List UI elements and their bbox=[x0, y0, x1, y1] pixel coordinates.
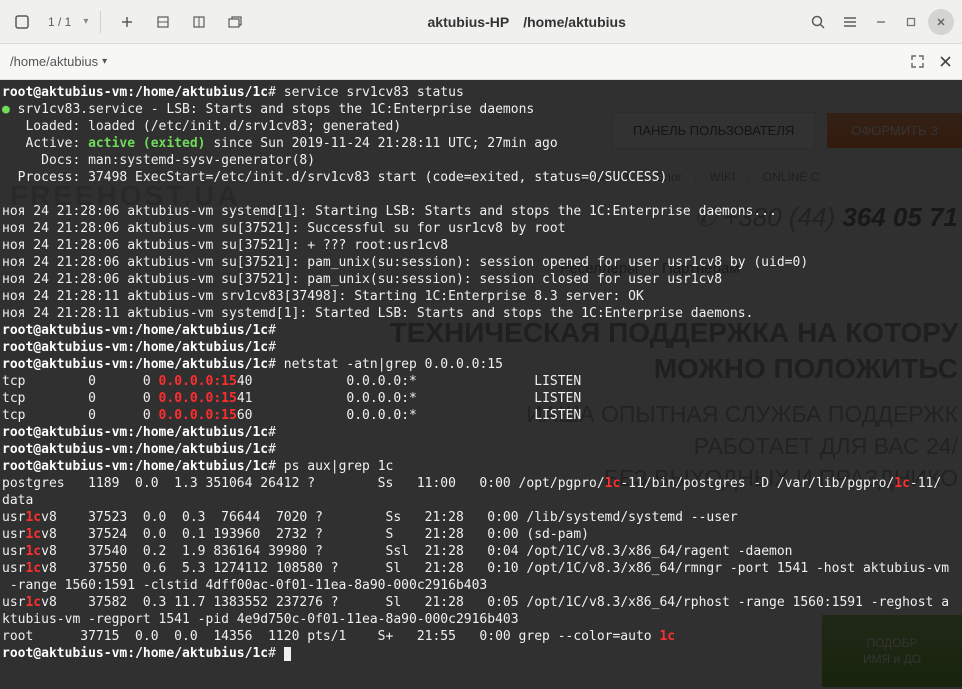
split-down-icon[interactable] bbox=[149, 8, 177, 36]
titlebar-left: 1 / 1 ▾ bbox=[8, 8, 249, 36]
path-text: /home/aktubius bbox=[10, 54, 98, 69]
close-button[interactable] bbox=[928, 9, 954, 35]
titlebar: 1 / 1 ▾ aktubius-HP /home/aktubius bbox=[0, 0, 962, 44]
chevron-down-icon[interactable]: ▾ bbox=[83, 16, 88, 27]
minimize-button[interactable] bbox=[868, 9, 894, 35]
fullscreen-icon[interactable] bbox=[910, 54, 925, 69]
titlebar-right bbox=[804, 8, 954, 36]
chevron-down-icon: ▾ bbox=[102, 56, 107, 67]
window-path: /home/aktubius bbox=[523, 14, 626, 30]
close-tab-icon[interactable] bbox=[939, 55, 952, 68]
maximize-button[interactable] bbox=[898, 9, 924, 35]
hamburger-icon[interactable] bbox=[836, 8, 864, 36]
cursor-icon bbox=[284, 647, 291, 661]
terminal[interactable]: root@aktubius-vm:/home/aktubius/1c# serv… bbox=[0, 80, 962, 689]
titlebar-center: aktubius-HP /home/aktubius bbox=[249, 14, 804, 30]
tab-counter: 1 / 1 bbox=[44, 15, 75, 29]
search-icon[interactable] bbox=[804, 8, 832, 36]
separator bbox=[100, 11, 101, 33]
pathbar: /home/aktubius ▾ bbox=[0, 44, 962, 80]
pathbar-controls bbox=[910, 54, 952, 69]
app-menu-icon[interactable] bbox=[8, 8, 36, 36]
new-tab-icon[interactable] bbox=[113, 8, 141, 36]
broadcast-icon[interactable] bbox=[221, 8, 249, 36]
pathbar-path[interactable]: /home/aktubius ▾ bbox=[10, 54, 107, 69]
window-user: aktubius-HP bbox=[428, 14, 510, 30]
terminal-container: FREEHOST.UA ПАНЕЛЬ ПОЛЬЗОВАТЕЛЯ ОФОРМИТЬ… bbox=[0, 80, 962, 689]
split-right-icon[interactable] bbox=[185, 8, 213, 36]
